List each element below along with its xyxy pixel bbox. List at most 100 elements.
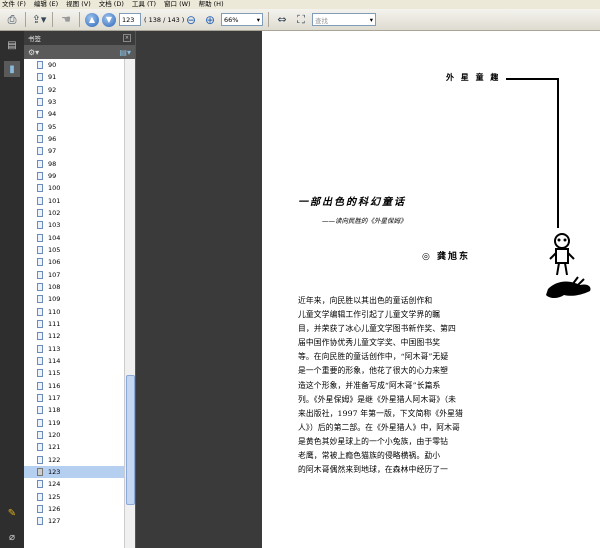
- toolbar-divider: [268, 12, 269, 27]
- bookmark-item[interactable]: 111: [24, 318, 124, 330]
- bookmark-item[interactable]: 94: [24, 108, 124, 120]
- panel-splitter[interactable]: [136, 31, 262, 548]
- bookmark-item[interactable]: 102: [24, 207, 124, 219]
- bookmark-label: 103: [48, 221, 61, 230]
- bookmark-item[interactable]: 98: [24, 158, 124, 170]
- fit-page-icon[interactable]: ⛶: [293, 12, 309, 28]
- bookmark-item[interactable]: 120: [24, 429, 124, 441]
- menu-document[interactable]: 文档 (D): [99, 0, 124, 9]
- scroll-thumb[interactable]: [126, 374, 135, 505]
- bookmark-item[interactable]: 109: [24, 293, 124, 305]
- menu-tools[interactable]: 工具 (T): [132, 0, 156, 9]
- article-body: 近年来，向民胜以其出色的童话创作和 儿童文学编辑工作引起了儿童文学界的瞩 目，并荣获…: [298, 294, 480, 477]
- zoom-select[interactable]: 66% ▾: [221, 13, 263, 26]
- page-icon: [37, 159, 43, 168]
- options-icon[interactable]: ⚙▾: [28, 48, 39, 57]
- export-icon[interactable]: ⇪▾: [31, 12, 47, 28]
- article-subtitle: ——读向民胜的《外星保姆》: [322, 217, 407, 225]
- bookmark-item[interactable]: 118: [24, 404, 124, 416]
- bookmark-item[interactable]: 123: [24, 465, 124, 479]
- body-line: 目，并荣获了冰心儿童文学图书新作奖、第四: [298, 324, 456, 334]
- search-input[interactable]: 查找 ▾: [312, 13, 376, 26]
- up-arrow-icon[interactable]: ▲: [85, 12, 99, 27]
- bookmark-item[interactable]: 116: [24, 380, 124, 392]
- bookmark-item[interactable]: 107: [24, 269, 124, 281]
- bookmark-item[interactable]: 103: [24, 219, 124, 231]
- print-icon[interactable]: ⎙: [4, 12, 20, 28]
- panel-toolbar: ⚙▾ ▤▾: [24, 45, 135, 59]
- menu-file[interactable]: 文件 (F): [2, 0, 26, 9]
- expand-icon[interactable]: ▤▾: [119, 48, 131, 57]
- menu-edit[interactable]: 编辑 (E): [34, 0, 58, 9]
- bookmarks-icon[interactable]: ▮: [4, 61, 20, 77]
- bookmark-item[interactable]: 101: [24, 195, 124, 207]
- page-icon: [37, 504, 43, 513]
- bookmark-item[interactable]: 90: [24, 59, 124, 71]
- page-icon: [37, 98, 43, 107]
- hand-tool-icon[interactable]: ☚: [58, 12, 74, 28]
- bookmark-label: 114: [48, 357, 61, 366]
- bookmark-item[interactable]: 117: [24, 392, 124, 404]
- page-icon: [37, 394, 43, 403]
- divider: [506, 78, 558, 80]
- bookmark-item[interactable]: 115: [24, 367, 124, 379]
- page-icon: [37, 492, 43, 501]
- bookmark-item[interactable]: 97: [24, 145, 124, 157]
- body-line: 等。在向民胜的童话创作中，“阿木哥”无疑: [298, 352, 449, 362]
- bookmark-item[interactable]: 105: [24, 244, 124, 256]
- bookmark-label: 92: [48, 85, 57, 94]
- menu-window[interactable]: 窗口 (W): [164, 0, 191, 9]
- bookmark-item[interactable]: 108: [24, 281, 124, 293]
- bookmark-item[interactable]: 92: [24, 84, 124, 96]
- bookmark-label: 112: [48, 332, 61, 341]
- bookmark-item[interactable]: 112: [24, 330, 124, 342]
- page-icon: [37, 147, 43, 156]
- menu-view[interactable]: 视图 (V): [66, 0, 91, 9]
- document-page: 外 星 童 趣 一部出色的科幻童话 ——读向民胜的《外星保姆》 ◎ 龚旭东 近年…: [262, 31, 600, 548]
- page-icon: [37, 406, 43, 415]
- menu-help[interactable]: 帮助 (H): [199, 0, 224, 9]
- bookmark-item[interactable]: 96: [24, 133, 124, 145]
- close-icon[interactable]: ×: [123, 34, 131, 42]
- bookmark-label: 104: [48, 233, 61, 242]
- panel-scrollbar[interactable]: [124, 59, 135, 548]
- page-icon: [37, 295, 43, 304]
- attachment-icon[interactable]: ⌀: [4, 529, 20, 545]
- bookmark-item[interactable]: 91: [24, 71, 124, 83]
- bookmark-label: 94: [48, 110, 57, 119]
- bookmark-label: 101: [48, 196, 61, 205]
- page-icon: [37, 418, 43, 427]
- bookmark-item[interactable]: 106: [24, 256, 124, 268]
- sign-icon[interactable]: ✎: [4, 505, 20, 521]
- bookmark-item[interactable]: 119: [24, 417, 124, 429]
- page-number-input[interactable]: [119, 13, 141, 26]
- bookmark-item[interactable]: 124: [24, 478, 124, 490]
- zoom-in-icon[interactable]: ⊕: [202, 12, 218, 28]
- down-arrow-icon[interactable]: ▼: [102, 12, 116, 27]
- zoom-out-icon[interactable]: ⊖: [183, 12, 199, 28]
- bookmark-item[interactable]: 114: [24, 355, 124, 367]
- panel-header: 书签 ×: [24, 31, 135, 45]
- body-line: 是一个重要的形象，他花了很大的心力来塑: [298, 366, 449, 376]
- bookmark-item[interactable]: 125: [24, 490, 124, 502]
- page-icon: [37, 344, 43, 353]
- bookmark-item[interactable]: 99: [24, 170, 124, 182]
- bookmark-item[interactable]: 93: [24, 96, 124, 108]
- bookmark-item[interactable]: 100: [24, 182, 124, 194]
- bookmark-label: 98: [48, 159, 57, 168]
- page-icon: [37, 517, 43, 526]
- bookmark-item[interactable]: 113: [24, 343, 124, 355]
- body-line: 是黄色其妙星球上的一个小兔族，由于零钻: [298, 436, 449, 446]
- body-line: 儿童文学编辑工作引起了儿童文学界的瞩: [298, 310, 441, 320]
- bookmark-item[interactable]: 110: [24, 306, 124, 318]
- page-icon: [37, 110, 43, 119]
- bookmark-item[interactable]: 126: [24, 503, 124, 515]
- bookmark-item[interactable]: 127: [24, 515, 124, 527]
- bookmark-item[interactable]: 121: [24, 441, 124, 453]
- bookmark-item[interactable]: 95: [24, 121, 124, 133]
- bookmark-item[interactable]: 122: [24, 454, 124, 466]
- fit-width-icon[interactable]: ⇔: [274, 12, 290, 28]
- pages-icon[interactable]: ▤: [4, 37, 20, 53]
- page-icon: [37, 61, 43, 70]
- bookmark-item[interactable]: 104: [24, 232, 124, 244]
